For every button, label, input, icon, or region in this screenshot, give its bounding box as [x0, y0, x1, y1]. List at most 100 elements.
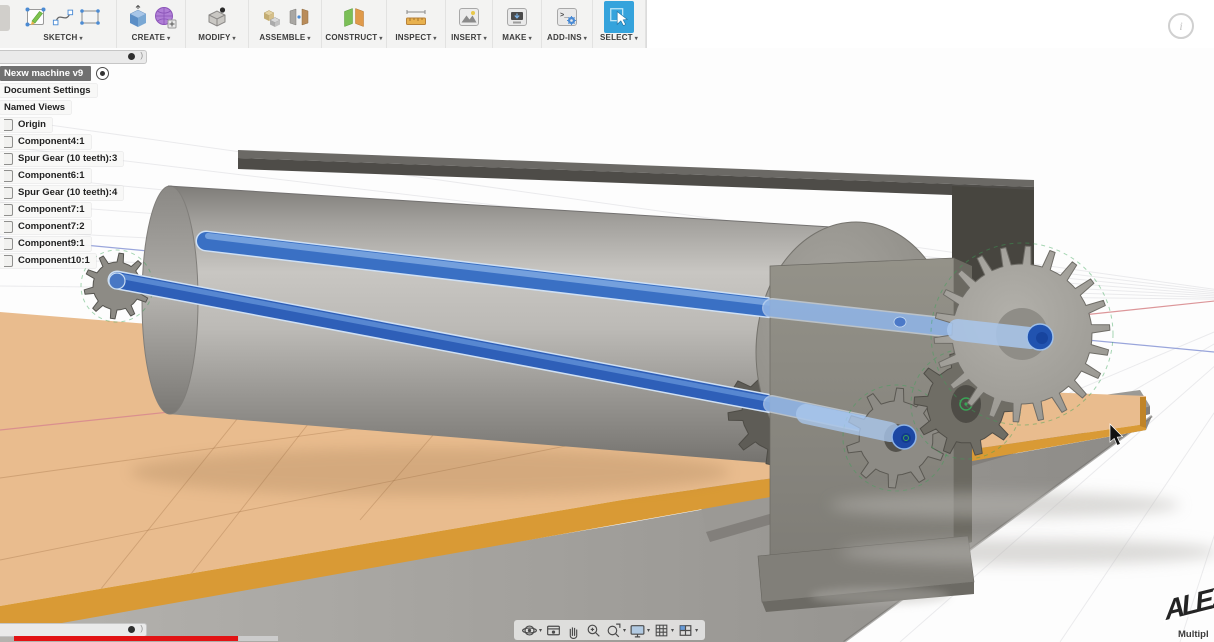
browser-item[interactable]: Component10:1 [0, 253, 96, 268]
video-buffer-bar [238, 636, 278, 641]
chevron-down-icon: ▾ [379, 36, 382, 42]
browser-item[interactable]: Component6:1 [0, 168, 91, 183]
pan-icon[interactable] [565, 622, 582, 639]
info-icon[interactable]: i [1168, 13, 1194, 39]
scripts-icon: >_ [554, 4, 580, 30]
browser-item[interactable]: Component7:1 [0, 202, 91, 217]
browser-item-label: Named Views [4, 102, 65, 113]
browser-item[interactable]: Document Settings [0, 83, 97, 98]
component-icon [4, 238, 13, 250]
chevron-down-icon: ▾ [167, 36, 170, 42]
bottom-collapse-bar[interactable]: ) [0, 623, 147, 637]
browser-item-label: Component7:1 [18, 204, 85, 215]
chevron-down-icon: ▾ [695, 627, 698, 634]
select-icon [604, 1, 634, 33]
toolbar-group-sketch[interactable]: SKETCH▾ [10, 0, 117, 48]
components-icon [259, 4, 285, 30]
toolbar-group-insert[interactable]: INSERT▾ [446, 0, 493, 48]
browser-item-label: Component6:1 [18, 170, 85, 181]
spline-icon [50, 4, 76, 30]
browser-item-label: Origin [18, 119, 46, 130]
collapse-chevron-icon: ) [140, 51, 143, 60]
toolbar-group-construct[interactable]: CONSTRUCT▾ [322, 0, 387, 48]
browser-item[interactable]: Component7:2 [0, 219, 91, 234]
chevron-down-icon: ▾ [584, 36, 587, 42]
viewport-canvas[interactable]: ALEX ALEX [0, 48, 1214, 642]
toolbar-group-assemble[interactable]: ASSEMBLE▾ [249, 0, 322, 48]
toolbar-group-label: INSERT▾ [451, 33, 487, 42]
browser-item-label: Component9:1 [18, 238, 85, 249]
toolbar-group-label: CREATE▾ [132, 33, 171, 42]
toolbar-group-label: ASSEMBLE▾ [259, 33, 310, 42]
display-settings-icon[interactable]: ▾ [629, 622, 650, 639]
browser-item[interactable]: Component9:1 [0, 236, 91, 251]
watermark-subtext: Multipl [1178, 629, 1209, 640]
browser-item[interactable]: Component4:1 [0, 134, 91, 149]
look-at-icon[interactable] [545, 622, 562, 639]
browser-item[interactable]: Spur Gear (10 teeth):4 [0, 185, 123, 200]
browser-item[interactable]: Origin [0, 117, 52, 132]
clipped-icon [0, 5, 10, 31]
chevron-down-icon: ▾ [635, 36, 638, 42]
toolbar-group-select[interactable]: SELECT▾ [593, 0, 646, 48]
top-toolbar: SKETCH▾ CREATE▾ MODIFY▾ ASSEMBLE▾ CONSTRUCT▾… [0, 0, 1214, 48]
print-icon [504, 4, 530, 30]
browser-item-label: Component4:1 [18, 136, 85, 147]
plane-icon [341, 4, 367, 30]
component-icon [4, 136, 13, 148]
chevron-down-icon: ▾ [484, 36, 487, 42]
rectangle-icon [77, 4, 103, 30]
browser-item-label: Component7:2 [18, 221, 85, 232]
chevron-down-icon: ▾ [623, 627, 626, 634]
orbit-icon[interactable]: ▾ [521, 622, 542, 639]
browser-item[interactable]: Named Views [0, 100, 71, 115]
browser-tree: Nexw machine v9 Document Settings Named V… [0, 66, 123, 270]
chevron-down-icon: ▾ [233, 36, 236, 42]
toolbar-group-label: MAKE▾ [502, 33, 532, 42]
form-icon [152, 4, 178, 30]
zoom-icon[interactable] [585, 622, 602, 639]
component-icon [4, 119, 13, 131]
toolbar-group-modify[interactable]: MODIFY▾ [186, 0, 249, 48]
top-collapse-bar[interactable]: ) [0, 50, 147, 64]
document-title: Nexw machine v9 [0, 66, 91, 81]
window-zoom-icon[interactable]: ▾ [605, 622, 626, 639]
collapse-dot-icon [128, 53, 135, 60]
toolbar-group-add-ins[interactable]: >_ADD-INS▾ [542, 0, 593, 48]
navigation-bar: ▾ ▾ ▾ ▾ ▾ [514, 620, 705, 640]
viewports-icon[interactable]: ▾ [677, 622, 698, 639]
browser-item-label: Spur Gear (10 teeth):3 [18, 153, 117, 164]
toolbar-group-make[interactable]: MAKE▾ [493, 0, 542, 48]
toolbar-group-inspect[interactable]: INSPECT▾ [387, 0, 446, 48]
press-pull-icon [204, 4, 230, 30]
video-progress-bar[interactable] [14, 636, 239, 641]
toolbar-group-strip: SKETCH▾ CREATE▾ MODIFY▾ ASSEMBLE▾ CONSTRUCT▾… [0, 0, 647, 49]
component-icon [4, 187, 13, 199]
grid-and-snaps-icon[interactable]: ▾ [653, 622, 674, 639]
browser-item-label: Spur Gear (10 teeth):4 [18, 187, 117, 198]
toolbar-group-create[interactable]: CREATE▾ [117, 0, 186, 48]
board-end-face [1140, 397, 1146, 428]
component-icon [4, 204, 13, 216]
chevron-down-icon: ▾ [307, 36, 310, 42]
toolbar-group-label: CONSTRUCT▾ [325, 33, 382, 42]
toolbar-group-label: INSPECT▾ [395, 33, 436, 42]
component-icon [4, 255, 13, 267]
chevron-down-icon: ▾ [647, 627, 650, 634]
svg-text:>_: >_ [560, 12, 569, 20]
browser-item-label: Document Settings [4, 85, 91, 96]
browser-item[interactable]: Spur Gear (10 teeth):3 [0, 151, 123, 166]
info-glyph: i [1179, 19, 1182, 34]
roller-shadow [130, 448, 730, 496]
joint-icon [286, 4, 312, 30]
chevron-down-icon: ▾ [671, 627, 674, 634]
component-icon [4, 221, 13, 233]
image-icon [456, 4, 482, 30]
toolbar-group-label: MODIFY▾ [198, 33, 236, 42]
browser-root-row[interactable]: Nexw machine v9 [0, 66, 109, 81]
toolbar-group-label: SELECT▾ [600, 33, 638, 42]
activate-radio-button[interactable] [96, 67, 109, 80]
collapse-dot-icon [128, 626, 135, 633]
measure-icon [403, 4, 429, 30]
chevron-down-icon: ▾ [79, 36, 82, 42]
